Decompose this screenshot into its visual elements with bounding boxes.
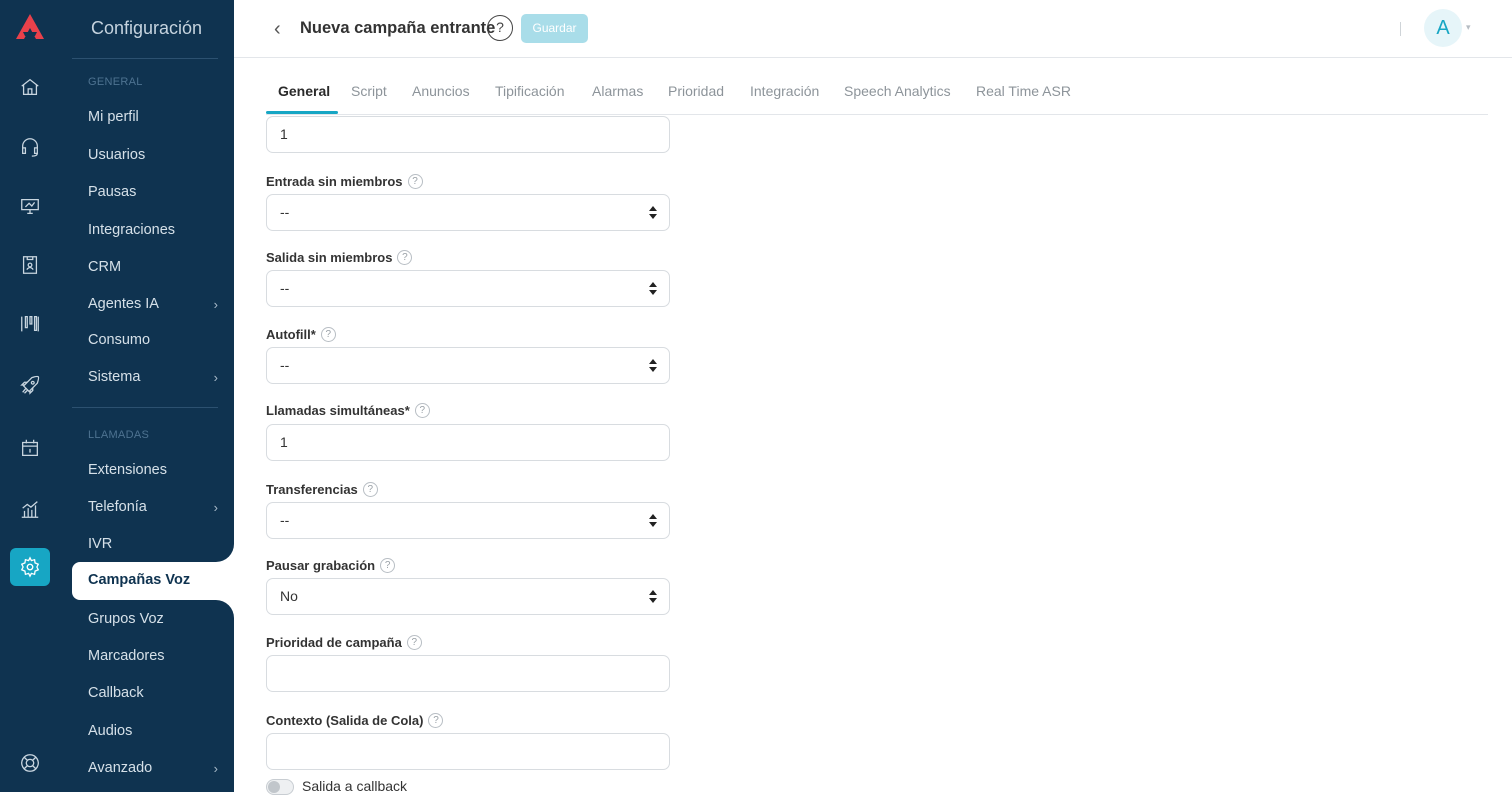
section-general: GENERAL	[88, 76, 143, 88]
field-label: Pausar grabación?	[266, 558, 396, 573]
headset-icon[interactable]	[18, 135, 42, 159]
sort-arrows-icon	[649, 206, 657, 219]
icon-rail	[0, 0, 60, 792]
page-title: Nueva campaña entrante	[300, 19, 496, 37]
sidebar-item-pausas[interactable]: Pausas	[88, 184, 218, 200]
field-label: Entrada sin miembros?	[266, 174, 423, 189]
back-icon[interactable]: ‹	[274, 18, 281, 41]
tab-prioridad[interactable]: Prioridad	[668, 83, 724, 99]
field-label: Llamadas simultáneas*?	[266, 403, 430, 418]
tab-speech-analytics[interactable]: Speech Analytics	[844, 83, 951, 99]
divider	[72, 407, 218, 408]
active-tab-indicator	[266, 111, 338, 114]
chevron-down-icon[interactable]: ▾	[1466, 22, 1471, 33]
field-label: Salida sin miembros?	[266, 250, 413, 265]
sort-arrows-icon	[649, 514, 657, 527]
chevron-right-icon: ›	[213, 369, 218, 385]
tab-bar: General Script Anuncios Tipificación Ala…	[266, 72, 1488, 115]
panel-title: Configuración	[91, 18, 203, 38]
field-label: Prioridad de campaña?	[266, 635, 422, 650]
top-input[interactable]: 1	[266, 116, 670, 153]
prioridad-campana-input[interactable]	[266, 655, 670, 692]
divider	[72, 58, 218, 59]
tab-anuncios[interactable]: Anuncios	[412, 83, 470, 99]
sidebar-item-avanzado[interactable]: Avanzado ›	[88, 760, 218, 776]
analytics-icon[interactable]	[18, 497, 42, 521]
sidebar-item-crm[interactable]: CRM	[88, 259, 218, 275]
sidebar-item-campanas-voz[interactable]: Campañas Voz	[72, 562, 234, 600]
field-label: Autofill*?	[266, 327, 336, 342]
sidebar-item-integraciones[interactable]: Integraciones	[88, 222, 218, 238]
help-icon[interactable]: ?	[362, 482, 378, 497]
tab-tipificacion[interactable]: Tipificación	[495, 83, 565, 99]
sidebar-item-label: Campañas Voz	[88, 572, 191, 588]
monitor-icon[interactable]	[18, 194, 42, 218]
sidebar-item-extensiones[interactable]: Extensiones	[88, 462, 218, 478]
sidebar-item-marcadores[interactable]: Marcadores	[88, 648, 218, 664]
sidebar-item-mi-perfil[interactable]: Mi perfil	[88, 109, 218, 125]
sidebar-item-sistema[interactable]: Sistema ›	[88, 369, 218, 385]
tab-alarmas[interactable]: Alarmas	[592, 83, 643, 99]
tab-general[interactable]: General	[278, 83, 330, 99]
help-icon[interactable]: ?	[397, 250, 413, 265]
help-icon[interactable]: ?	[380, 558, 396, 573]
settings-panel: Configuración GENERAL Mi perfil Usuarios…	[60, 0, 234, 792]
contacts-icon[interactable]	[18, 253, 42, 277]
chevron-right-icon: ›	[213, 760, 218, 776]
contexto-salida-cola-input[interactable]	[266, 733, 670, 770]
help-icon[interactable]: ?	[414, 403, 430, 418]
sidebar-item-usuarios[interactable]: Usuarios	[88, 147, 218, 163]
sidebar-item-consumo[interactable]: Consumo	[88, 332, 218, 348]
sidebar-item-agentes-ia[interactable]: Agentes IA ›	[88, 296, 218, 312]
sort-arrows-icon	[649, 590, 657, 603]
entrada-sin-miembros-select[interactable]: --	[266, 194, 670, 231]
chevron-right-icon: ›	[213, 296, 218, 312]
tab-real-time-asr[interactable]: Real Time ASR	[976, 83, 1071, 99]
sidebar-item-audios[interactable]: Audios	[88, 723, 218, 739]
kanban-icon[interactable]	[18, 312, 42, 336]
divider	[1400, 22, 1401, 36]
active-corner	[214, 542, 234, 562]
rocket-icon[interactable]	[18, 373, 42, 397]
sidebar-item-ivr[interactable]: IVR	[88, 536, 218, 552]
help-icon[interactable]: ?	[406, 635, 422, 650]
llamadas-simultaneas-input[interactable]: 1	[266, 424, 670, 461]
tab-integracion[interactable]: Integración	[750, 83, 819, 99]
pausar-grabacion-select[interactable]: No	[266, 578, 670, 615]
sort-arrows-icon	[649, 282, 657, 295]
salida-callback-toggle[interactable]	[266, 779, 294, 795]
sort-arrows-icon	[649, 359, 657, 372]
field-label: Contexto (Salida de Cola)?	[266, 713, 444, 728]
help-icon[interactable]: ?	[407, 174, 423, 189]
help-icon[interactable]: ?	[428, 713, 444, 728]
help-icon[interactable]: ?	[320, 327, 336, 342]
section-llamadas: LLAMADAS	[88, 429, 150, 441]
sidebar-item-telefonia[interactable]: Telefonía ›	[88, 499, 218, 515]
chevron-right-icon: ›	[213, 499, 218, 515]
calendar-icon[interactable]	[18, 436, 42, 460]
field-label: Transferencias?	[266, 482, 378, 497]
save-button[interactable]: Guardar	[521, 14, 588, 43]
transferencias-select[interactable]: --	[266, 502, 670, 539]
help-button[interactable]: ?	[487, 15, 513, 41]
active-corner	[214, 600, 234, 620]
page-header: ‹ Nueva campaña entrante ? Guardar A ▾	[234, 0, 1512, 58]
home-icon[interactable]	[18, 75, 42, 99]
autofill-select[interactable]: --	[266, 347, 670, 384]
salida-sin-miembros-select[interactable]: --	[266, 270, 670, 307]
sidebar-item-callback[interactable]: Callback	[88, 685, 218, 701]
tab-script[interactable]: Script	[351, 83, 387, 99]
avatar[interactable]: A	[1424, 9, 1462, 47]
settings-icon[interactable]	[10, 548, 50, 586]
sidebar-item-grupos-voz[interactable]: Grupos Voz	[88, 611, 218, 627]
support-icon[interactable]	[18, 751, 42, 775]
logo-icon[interactable]	[14, 12, 46, 42]
